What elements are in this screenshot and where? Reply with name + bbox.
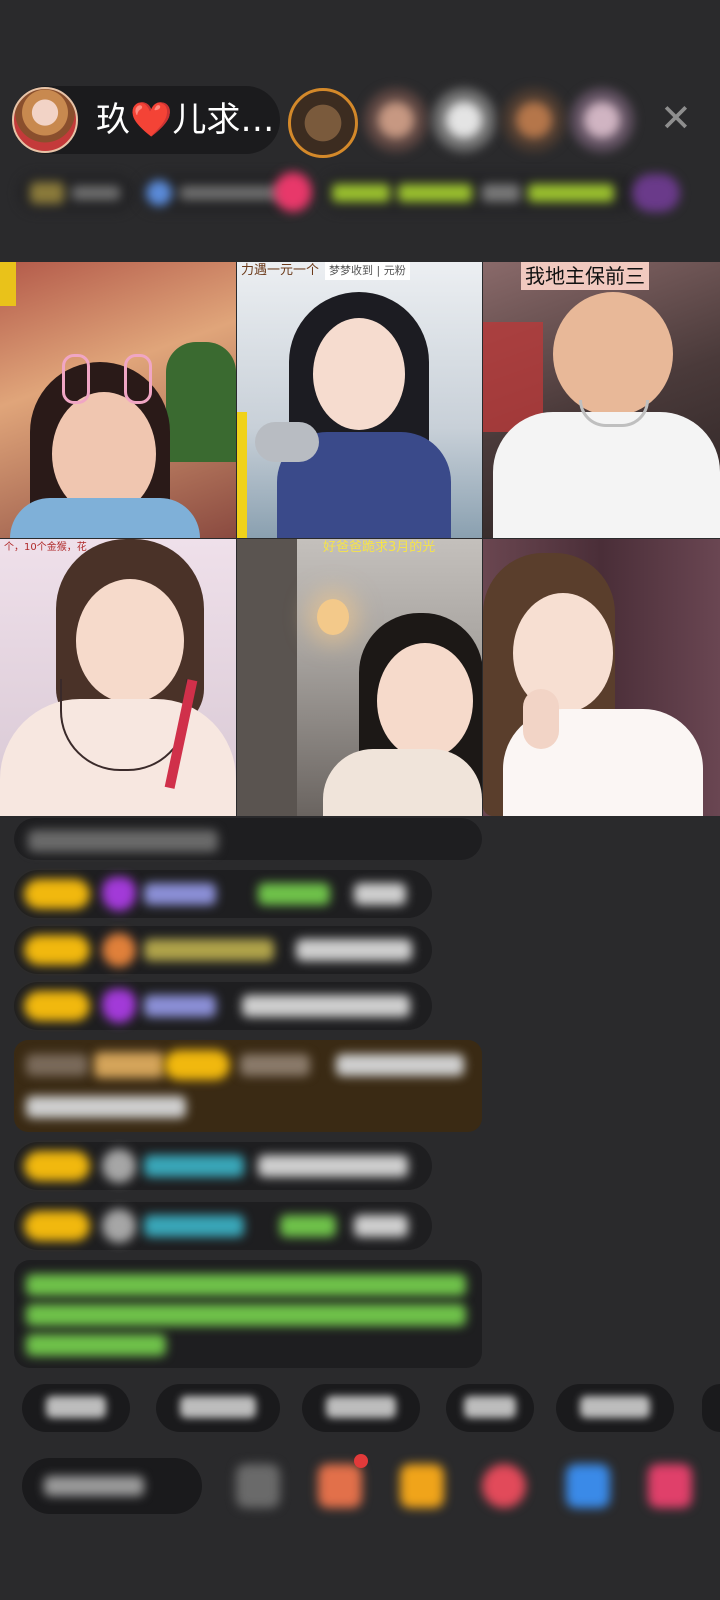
avatar-icon	[102, 1209, 136, 1243]
chat-message[interactable]	[14, 1142, 432, 1190]
tile-top-tag: 好爸爸跪求3月的光	[323, 540, 436, 555]
audience-avatar-icon[interactable]	[432, 88, 496, 152]
emoji-icon[interactable]	[236, 1464, 280, 1508]
chat-message[interactable]	[14, 818, 482, 860]
chat-input[interactable]	[22, 1458, 202, 1514]
room-info-row	[10, 168, 710, 220]
level-badge	[24, 1211, 90, 1241]
highlight-message[interactable]	[14, 1040, 482, 1132]
level-badge	[24, 1151, 90, 1181]
activity-banner[interactable]	[322, 174, 638, 212]
level-badge	[24, 991, 90, 1021]
host-avatar-icon[interactable]	[12, 87, 78, 153]
quick-reply-label-1	[46, 1396, 106, 1418]
quick-reply-label-3	[326, 1396, 396, 1418]
audience-avatar-icon[interactable]	[570, 88, 634, 152]
audience-avatar-icon[interactable]	[502, 88, 566, 152]
medal-icon	[102, 933, 136, 967]
tile-title-tag: 我地主保前三	[521, 262, 649, 290]
system-notice	[14, 1260, 482, 1368]
treasure-box-icon[interactable]	[400, 1464, 444, 1508]
quick-reply-label-4	[464, 1396, 516, 1418]
gift-icon[interactable]	[274, 172, 312, 212]
video-tile-2[interactable]: 力遇一元一个 梦梦收到 | 元粉	[237, 262, 482, 538]
treasure-icon[interactable]	[632, 174, 680, 212]
level-badge	[24, 879, 90, 909]
quick-reply-pill-6[interactable]	[702, 1384, 720, 1432]
gem-icon	[102, 877, 136, 911]
video-tile-6[interactable]	[483, 539, 720, 816]
rank-chip[interactable]	[18, 174, 134, 212]
tile-top-left-tag: 个，10个金猴，花	[4, 542, 87, 553]
gem-icon	[102, 989, 136, 1023]
chat-message[interactable]	[14, 982, 432, 1030]
quick-reply-label-2	[180, 1396, 256, 1418]
audience-avatar-icon[interactable]	[288, 88, 358, 158]
close-icon[interactable]: ✕	[660, 98, 692, 138]
video-tile-4[interactable]: 个，10个金猴，花	[0, 539, 236, 816]
notification-dot	[354, 1454, 368, 1468]
quick-reply-label-5	[580, 1396, 650, 1418]
chat-message[interactable]	[14, 870, 432, 918]
chat-message[interactable]	[14, 1202, 432, 1250]
video-tile-5[interactable]: 好爸爸跪求3月的光	[237, 539, 482, 816]
video-tile-1[interactable]	[0, 262, 236, 538]
tile-top-tag: 梦梦收到 | 元粉	[325, 262, 410, 280]
tile-top-left-tag: 力遇一元一个	[241, 263, 320, 278]
chat-message[interactable]	[14, 926, 432, 974]
game-icon[interactable]	[318, 1464, 362, 1508]
pk-icon[interactable]	[482, 1464, 526, 1508]
host-name[interactable]: 玖❤️儿求…	[96, 100, 274, 140]
avatar-icon	[102, 1149, 136, 1183]
level-badge	[24, 935, 90, 965]
video-tile-3[interactable]: 我地主保前三	[483, 262, 720, 538]
video-grid: 力遇一元一个 梦梦收到 | 元粉 我地主保前三 个，10个金猴，花 好爸爸跪求3…	[0, 262, 720, 816]
gift-box-icon[interactable]	[648, 1464, 692, 1508]
audience-avatar-icon[interactable]	[364, 88, 428, 152]
share-icon[interactable]	[566, 1464, 610, 1508]
